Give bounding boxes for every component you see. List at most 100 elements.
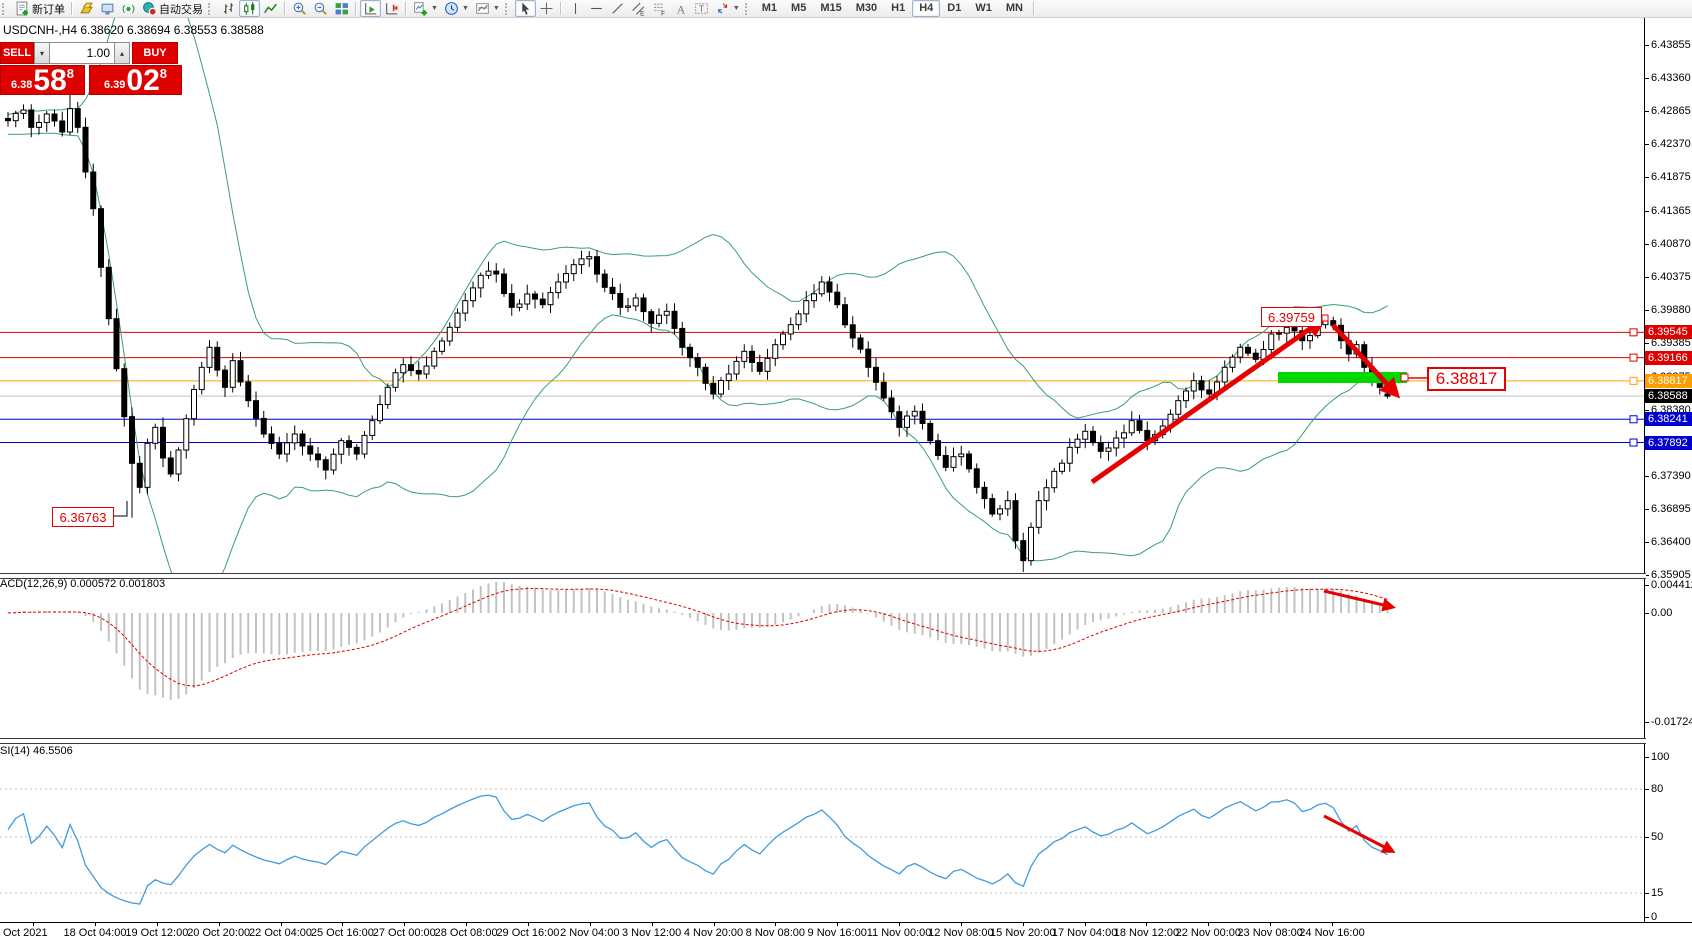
tick-label: 6.42865: [1651, 104, 1691, 118]
indicators-button[interactable]: ▼: [410, 0, 441, 17]
price-axis[interactable]: 6.438556.433606.428656.423706.418756.413…: [1644, 18, 1692, 922]
tile-windows-icon: [334, 1, 349, 16]
volume-decrease-button[interactable]: ▾: [34, 42, 50, 64]
candlestick: [192, 390, 197, 419]
price-axis-tick: 6.36400: [1645, 535, 1691, 549]
candlestick: [347, 441, 352, 448]
equidistant-channel-button[interactable]: E: [628, 0, 649, 17]
candlestick: [1277, 333, 1282, 334]
auto-scroll-button[interactable]: [360, 0, 381, 17]
buy-button[interactable]: BUY: [132, 42, 178, 64]
timeframe-m15-button[interactable]: M15: [813, 0, 848, 17]
annotation-anchor-square[interactable]: [1401, 374, 1408, 381]
time-axis-label: 22 Nov 00:00: [1176, 927, 1241, 939]
fibonacci-button[interactable]: F: [649, 0, 670, 17]
price-axis-tick: 6.41875: [1645, 170, 1691, 184]
periods-button[interactable]: ▼: [441, 0, 472, 17]
terminal-icon: [100, 1, 115, 16]
candlestick: [114, 319, 119, 369]
arrows-button[interactable]: ▼: [712, 0, 743, 17]
market-watch-button[interactable]: [76, 0, 97, 17]
sell-button[interactable]: SELL: [0, 42, 34, 64]
templates-button[interactable]: ▼: [472, 0, 503, 17]
candlestick: [13, 113, 18, 120]
cursor-button[interactable]: [515, 0, 536, 17]
main-chart-canvas[interactable]: [0, 18, 1644, 573]
text-label-button[interactable]: T: [691, 0, 712, 17]
timeframe-h4-button[interactable]: H4: [912, 0, 940, 17]
terminal-button[interactable]: [97, 0, 118, 17]
volume-input[interactable]: [50, 42, 114, 64]
candlestick: [137, 463, 142, 487]
level-line-handle[interactable]: [1630, 354, 1637, 361]
candlestick: [6, 119, 11, 121]
candlestick: [1269, 334, 1274, 350]
candlestick: [1246, 347, 1251, 353]
timeframe-m1-button[interactable]: M1: [755, 0, 784, 17]
text-button[interactable]: A: [670, 0, 691, 17]
annotation-peak-price-label[interactable]: 6.39759: [1261, 307, 1322, 327]
macd-panel-canvas[interactable]: [0, 577, 1644, 738]
downtrend-arrow[interactable]: [1333, 325, 1396, 394]
level-line-handle[interactable]: [1630, 439, 1637, 446]
time-tick-mark: [528, 923, 529, 926]
panel-divider[interactable]: [0, 573, 1646, 579]
new-order-button[interactable]: 新订单: [12, 0, 68, 17]
candlestick: [649, 312, 654, 324]
price-axis-tick: 80: [1645, 782, 1663, 796]
price-axis-tick: 0.004412: [1645, 578, 1692, 592]
timeframe-d1-button[interactable]: D1: [940, 0, 968, 17]
level-line-handle[interactable]: [1630, 416, 1637, 423]
tick-label: 0.004412: [1651, 578, 1692, 592]
toolbar-separator: [560, 2, 562, 15]
candles-chart-button[interactable]: [239, 0, 260, 17]
zoom-out-button[interactable]: [310, 0, 331, 17]
autotrade-button[interactable]: 自动交易: [139, 0, 206, 17]
price-axis-tick: 6.41365: [1645, 204, 1691, 218]
candlestick: [215, 347, 220, 370]
annotation-low-price-label[interactable]: 6.36763: [52, 507, 114, 527]
chart-shift-button[interactable]: [381, 0, 402, 17]
time-axis[interactable]: Oct 202118 Oct 04:0019 Oct 12:0020 Oct 2…: [0, 922, 1692, 941]
tile-windows-button[interactable]: [331, 0, 352, 17]
sell-price-tile[interactable]: 6.38588: [0, 65, 85, 95]
trendline-button[interactable]: [607, 0, 628, 17]
price-axis-tick: 15: [1645, 886, 1663, 900]
candlestick: [455, 313, 460, 327]
panel-divider[interactable]: [0, 738, 1646, 744]
line-chart-button[interactable]: [260, 0, 281, 17]
rsi-down-arrow[interactable]: [1324, 816, 1392, 851]
timeframe-h1-button[interactable]: H1: [884, 0, 912, 17]
timeframe-m30-button[interactable]: M30: [849, 0, 884, 17]
timeframe-w1-button[interactable]: W1: [968, 0, 999, 17]
auto-scroll-icon: [363, 1, 378, 16]
crosshair-button[interactable]: [536, 0, 557, 17]
price-label-6.39545: 6.39545: [1645, 325, 1692, 339]
toolbar-separator: [405, 2, 407, 15]
candles-chart-icon: [242, 1, 257, 16]
zoom-in-button[interactable]: [289, 0, 310, 17]
annotation-support-price-label[interactable]: 6.38817: [1427, 367, 1506, 391]
level-line-handle[interactable]: [1630, 329, 1637, 336]
candlestick: [711, 383, 716, 394]
signals-button[interactable]: [118, 0, 139, 17]
timeframe-mn-button[interactable]: MN: [999, 0, 1030, 17]
candlestick: [1184, 391, 1189, 401]
rsi-panel-canvas[interactable]: [0, 742, 1644, 922]
candlestick: [494, 271, 499, 274]
timeframe-m5-button[interactable]: M5: [784, 0, 813, 17]
level-line-handle[interactable]: [1630, 377, 1637, 384]
buy-price-tile[interactable]: 6.39028: [89, 65, 182, 95]
volume-increase-button[interactable]: ▴: [114, 42, 130, 64]
candlestick: [1176, 401, 1181, 415]
candlestick: [1036, 501, 1041, 528]
tick-mark: [1645, 45, 1649, 46]
ask-big-digits: 02: [126, 68, 159, 94]
time-tick-mark: [1085, 923, 1086, 926]
horizontal-line-button[interactable]: [586, 0, 607, 17]
vertical-line-button[interactable]: [565, 0, 586, 17]
candlestick: [184, 419, 189, 450]
annotation-anchor-square[interactable]: [1322, 315, 1328, 321]
toolbar-separator: [71, 2, 73, 15]
bar-chart-button[interactable]: [218, 0, 239, 17]
